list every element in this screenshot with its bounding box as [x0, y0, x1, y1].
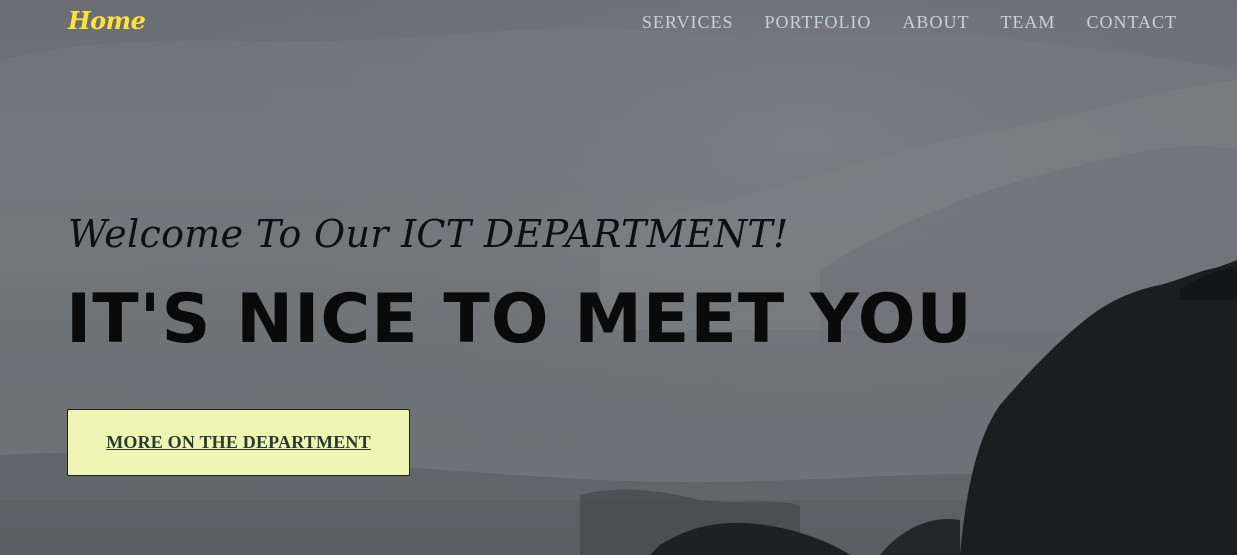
nav-item-portfolio: PORTFOLIO	[765, 12, 872, 33]
brand-home-link[interactable]: Home	[68, 6, 146, 35]
nav-link-services[interactable]: SERVICES	[642, 12, 734, 32]
nav-link-team[interactable]: TEAM	[1000, 12, 1055, 32]
nav-link-contact[interactable]: CONTACT	[1086, 12, 1177, 32]
nav-item-team: TEAM	[1000, 12, 1055, 33]
hero-subheading: Welcome To Our ICT DEPARTMENT!	[68, 212, 789, 256]
more-on-department-button[interactable]: MORE ON THE DEPARTMENT	[67, 409, 410, 476]
nav-item-services: SERVICES	[642, 12, 734, 33]
nav-link-portfolio[interactable]: PORTFOLIO	[765, 12, 872, 32]
hero-section: Home SERVICES PORTFOLIO ABOUT TEAM CONTA…	[0, 0, 1237, 555]
nav-item-about: ABOUT	[902, 12, 969, 33]
hero-heading: IT'S NICE TO MEET YOU	[66, 280, 973, 359]
nav-item-contact: CONTACT	[1086, 12, 1177, 33]
top-navbar: Home SERVICES PORTFOLIO ABOUT TEAM CONTA…	[0, 0, 1237, 46]
nav-link-about[interactable]: ABOUT	[902, 12, 969, 32]
nav-links: SERVICES PORTFOLIO ABOUT TEAM CONTACT	[642, 12, 1177, 33]
